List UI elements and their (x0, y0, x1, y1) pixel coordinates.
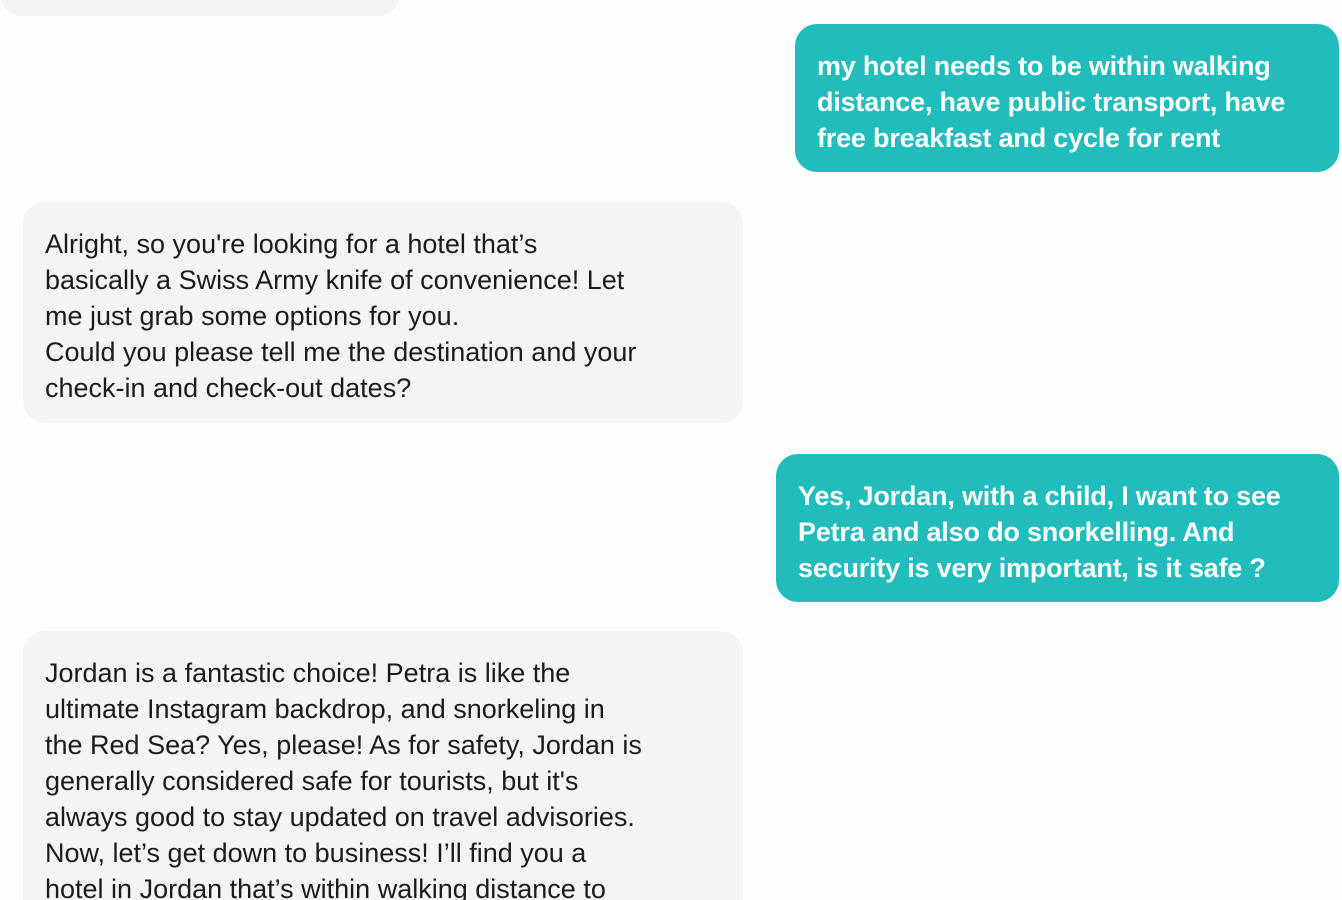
assistant-message: Jordan is a fantastic choice! Petra is l… (23, 631, 743, 900)
user-message: Yes, Jordan, with a child, I want to see… (776, 454, 1339, 602)
previous-message-bubble (0, 0, 400, 16)
chat-thread: my hotel needs to be within walking dist… (0, 0, 1342, 900)
user-message: my hotel needs to be within walking dist… (795, 24, 1339, 172)
assistant-message: Alright, so you're looking for a hotel t… (23, 202, 743, 423)
